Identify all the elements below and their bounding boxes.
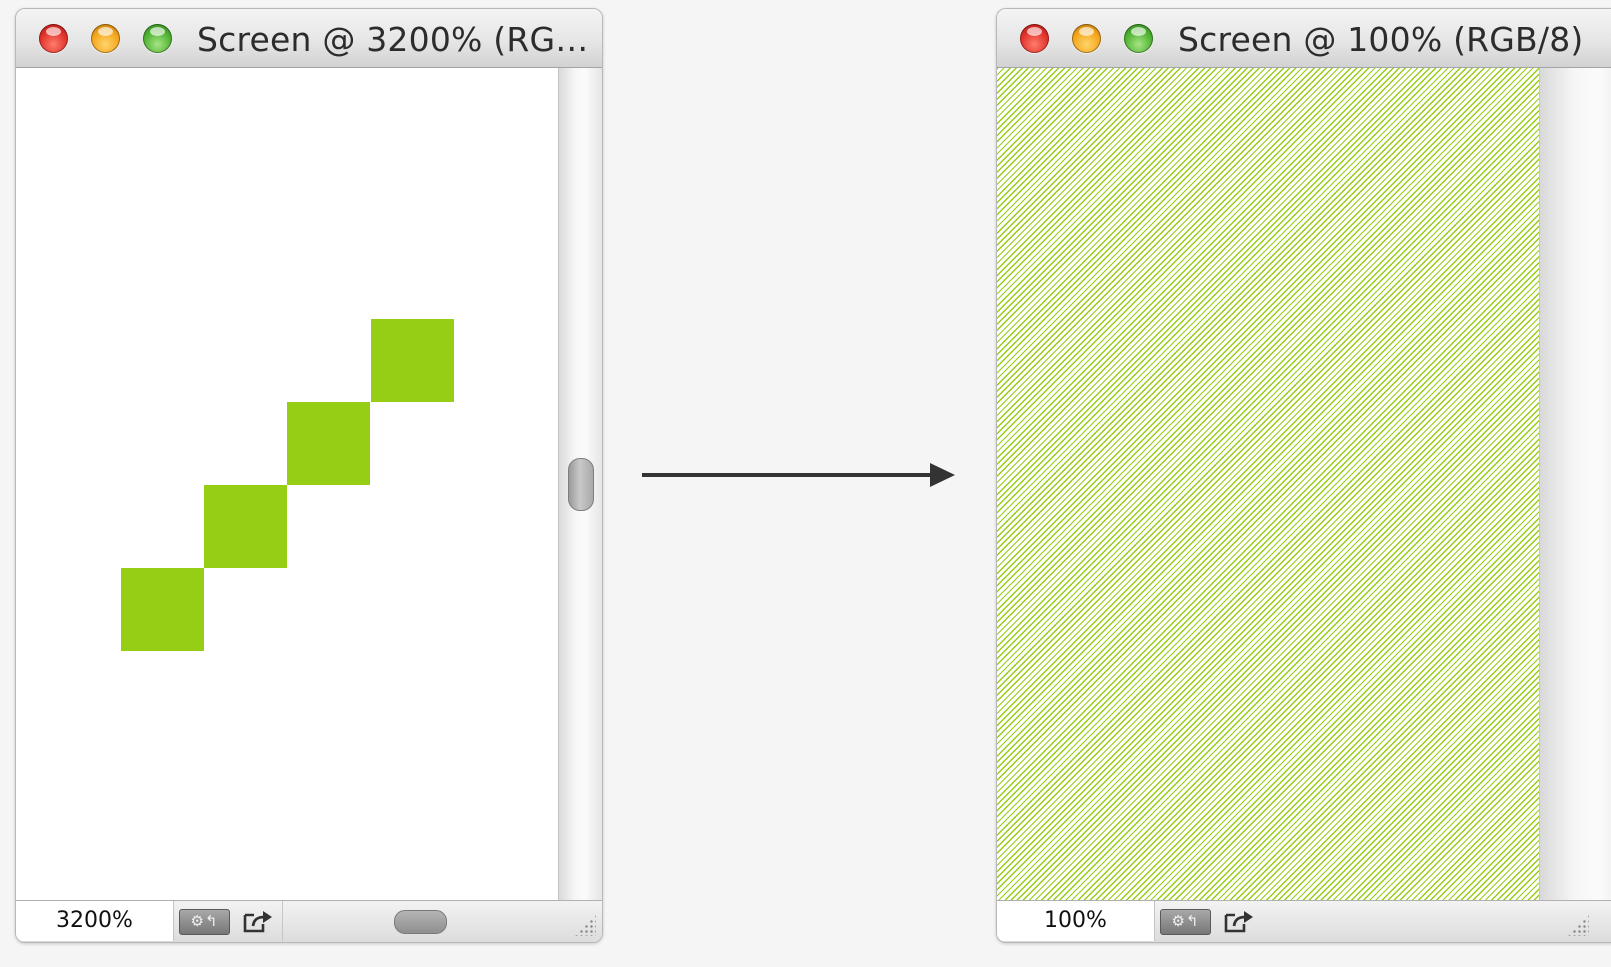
zoom-level-field[interactable]: 3200% <box>16 901 174 941</box>
minimize-icon[interactable] <box>1072 24 1101 53</box>
zoom-icon[interactable] <box>143 24 172 53</box>
zoom-level-field[interactable]: 100% <box>997 901 1155 941</box>
horizontal-scroll-thumb[interactable] <box>394 910 447 934</box>
minimize-icon[interactable] <box>91 24 120 53</box>
vertical-scrollbar[interactable] <box>1539 68 1611 900</box>
export-icon[interactable] <box>243 909 275 933</box>
right-arrow-icon <box>642 463 955 487</box>
pixel-block <box>121 568 204 651</box>
vertical-scrollbar[interactable] <box>558 68 602 900</box>
title-bar[interactable]: Screen @ 3200% (RG… <box>16 9 602 68</box>
document-window-zoomed: Screen @ 3200% (RG… 3200% ⚙↰ <box>15 8 603 943</box>
resize-grip-icon[interactable] <box>1567 914 1589 936</box>
resize-grip-icon[interactable] <box>574 914 596 936</box>
pixel-block <box>287 402 370 485</box>
settings-icon[interactable]: ⚙↰ <box>1160 909 1211 935</box>
pixel-block <box>371 319 454 402</box>
vertical-scroll-thumb[interactable] <box>568 458 594 511</box>
window-title: Screen @ 3200% (RG… <box>197 20 589 59</box>
export-icon[interactable] <box>1224 909 1256 933</box>
document-canvas[interactable] <box>16 68 558 900</box>
horizontal-scrollbar[interactable] <box>282 901 558 941</box>
pixel-block <box>204 485 287 568</box>
title-bar[interactable]: Screen @ 100% (RGB/8) <box>997 9 1611 68</box>
status-bar: 100% ⚙↰ <box>997 900 1611 942</box>
status-bar: 3200% ⚙↰ <box>16 900 602 942</box>
window-title: Screen @ 100% (RGB/8) <box>1178 20 1584 59</box>
zoom-icon[interactable] <box>1124 24 1153 53</box>
document-window-actual-size: Screen @ 100% (RGB/8) 100% ⚙↰ <box>996 8 1611 943</box>
close-icon[interactable] <box>39 24 68 53</box>
close-icon[interactable] <box>1020 24 1049 53</box>
document-canvas-pattern[interactable] <box>997 68 1539 900</box>
settings-icon[interactable]: ⚙↰ <box>179 909 230 935</box>
